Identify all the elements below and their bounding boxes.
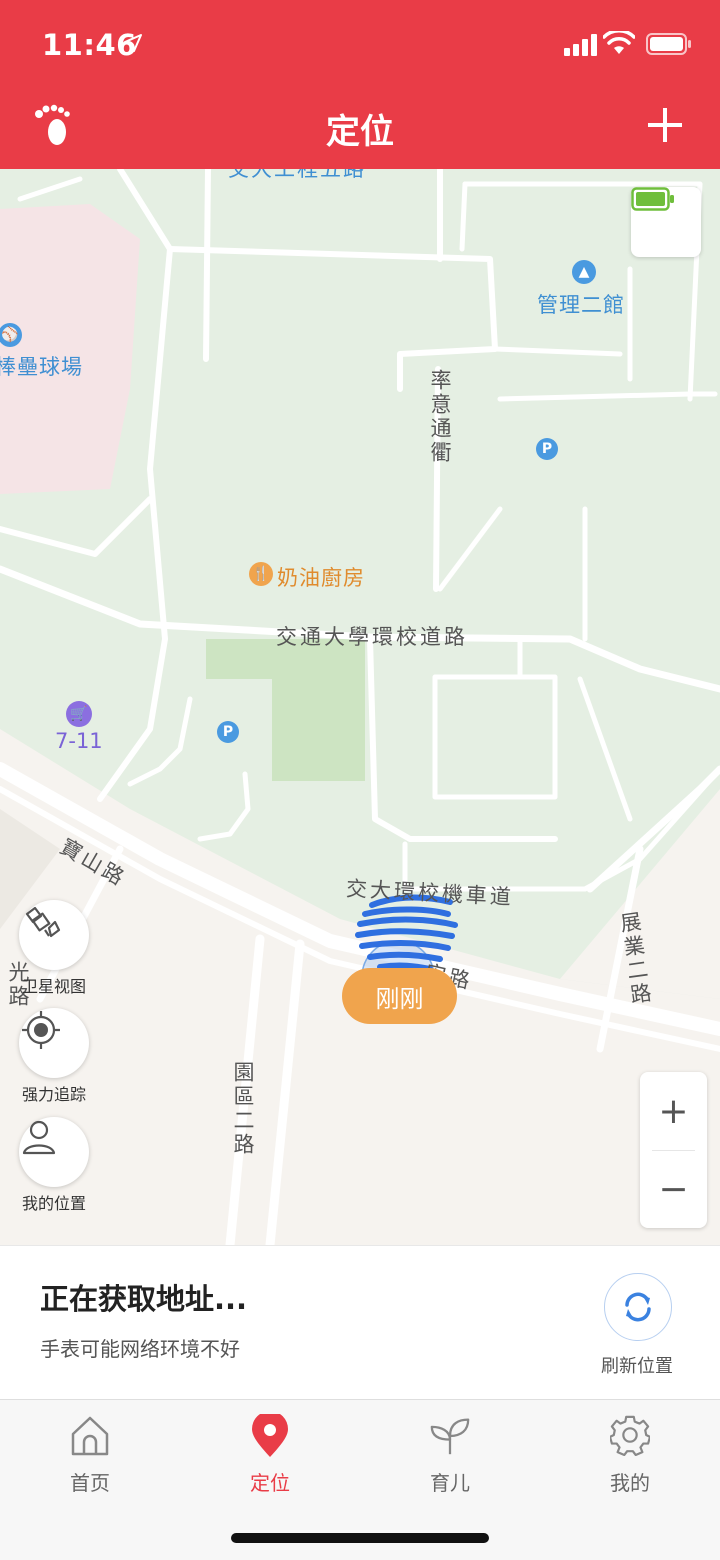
- battery-icon: [646, 33, 691, 55]
- zoom-controls: + −: [640, 1072, 707, 1228]
- crosshair-icon: [22, 1011, 60, 1049]
- tab-me[interactable]: 我的: [570, 1414, 690, 1495]
- page-title: 定位: [326, 112, 394, 152]
- address-title: 正在获取地址...: [40, 1282, 248, 1316]
- status-bar: 11:46: [0, 24, 720, 68]
- tab-home[interactable]: 首页: [30, 1414, 150, 1495]
- map-label-lv-yi: 率意通衢: [428, 369, 452, 465]
- map-label-top-road: 交大工程五路: [228, 169, 366, 181]
- home-indicator[interactable]: [231, 1533, 489, 1543]
- satellite-view-label: 卫星视图: [21, 977, 86, 996]
- map-label-campus-road: 交通大學環校道路: [276, 625, 468, 649]
- bottom-tab-bar: 首页 定位 育儿 我的: [0, 1399, 720, 1560]
- map-label-7-11: 7-11: [55, 729, 103, 753]
- parking-icon: P: [217, 721, 239, 743]
- map-label-baseball: 棒壘球場: [0, 355, 83, 379]
- tab-me-label: 我的: [610, 1471, 650, 1495]
- gear-icon: [610, 1415, 650, 1456]
- map-view[interactable]: 交大工程五路 ▲ 管理二館 ⚾ 棒壘球場 率意通衢 P 🍴 奶油廚房 交通大學環…: [0, 169, 720, 1245]
- app-header: 11:46 定位: [0, 0, 720, 169]
- refresh-location-button[interactable]: [604, 1273, 672, 1341]
- refresh-icon: [625, 1292, 651, 1322]
- tab-location-label: 定位: [250, 1471, 290, 1495]
- map-label-management: 管理二館: [537, 293, 625, 317]
- address-panel: 正在获取地址... 手表可能网络环境不好 刷新位置: [0, 1245, 720, 1400]
- sprout-icon: [430, 1418, 470, 1455]
- person-icon: [22, 1120, 56, 1155]
- restaurant-icon: 🍴: [249, 562, 273, 586]
- battery-full-icon: [631, 187, 674, 211]
- shopping-cart-icon: 🛒: [66, 701, 92, 727]
- zoom-in-button[interactable]: +: [640, 1072, 707, 1150]
- plus-icon[interactable]: [646, 106, 684, 144]
- satellite-view-button[interactable]: [19, 900, 89, 970]
- home-icon: [71, 1416, 109, 1456]
- satellite-icon: [25, 906, 61, 938]
- zoom-out-button[interactable]: −: [640, 1150, 707, 1228]
- tab-location[interactable]: 定位: [210, 1414, 330, 1495]
- refresh-location-label: 刷新位置: [601, 1356, 673, 1377]
- building-icon: ▲: [572, 260, 596, 284]
- watch-battery-indicator[interactable]: [631, 187, 701, 257]
- tab-parenting-label: 育儿: [430, 1471, 470, 1495]
- map-label-yuanqu: 園區二路: [231, 1061, 255, 1157]
- location-arrow-icon: [124, 34, 142, 52]
- parking-icon: P: [536, 438, 558, 460]
- signal-icon: [564, 34, 597, 56]
- map-label-restaurant: 奶油廚房: [277, 566, 365, 590]
- my-location-button[interactable]: [19, 1117, 89, 1187]
- map-base: [0, 169, 720, 1245]
- tracking-label: 强力追踪: [21, 1085, 86, 1104]
- my-location-label: 我的位置: [21, 1194, 86, 1213]
- tab-home-label: 首页: [70, 1471, 110, 1495]
- tracking-button[interactable]: [19, 1008, 89, 1078]
- wifi-icon: [603, 31, 635, 54]
- tab-parenting[interactable]: 育儿: [390, 1414, 510, 1495]
- location-time-badge: 刚刚: [342, 968, 457, 1024]
- address-subtitle: 手表可能网络环境不好: [40, 1337, 240, 1361]
- location-pin-icon: [252, 1414, 288, 1457]
